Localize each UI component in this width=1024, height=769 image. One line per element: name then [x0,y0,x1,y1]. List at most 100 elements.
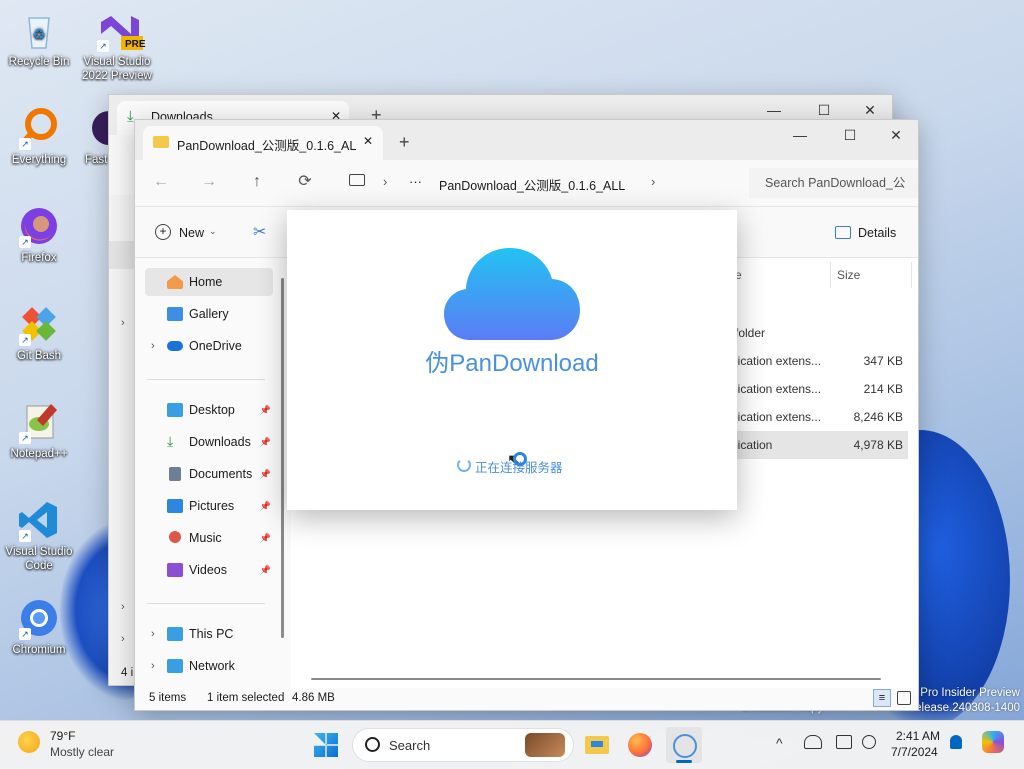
display-icon[interactable] [836,735,852,749]
shortcut-arrow-icon: ↗ [19,236,31,248]
chevron-right-icon: › [651,174,656,189]
tiles-view-icon[interactable] [897,691,911,705]
pandownload-splash-dialog[interactable]: 伪PanDownload 正在连接服务器 ⬉ [287,210,737,510]
sidebar-item-this-pc[interactable]: › This PC [145,620,273,648]
sidebar-item-gallery[interactable]: Gallery [145,300,273,328]
downloads-arrow-icon: ⤓ [127,108,134,125]
sidebar-item-label: Network [189,659,235,673]
shortcut-arrow-icon: ↗ [19,530,31,542]
status-item-count: 5 items [149,692,187,704]
desktop-icon-label: Recycle Bin [8,56,70,68]
table-row-selected[interactable]: lication 4,978 KB [711,431,908,459]
sidebar-item-documents[interactable]: Documents 📌 [145,460,273,488]
close-tab-icon[interactable]: ✕ [363,134,373,148]
new-button[interactable]: New [179,226,204,240]
pin-icon[interactable]: 📌 [260,428,271,456]
chevron-right-icon[interactable]: › [121,317,125,329]
sidebar-divider [147,603,265,604]
back-button[interactable]: ← [145,166,177,198]
address-bar[interactable]: › ··· PanDownload_公测版_0.1.6_ALL › [335,168,735,198]
firefox-taskbar-icon[interactable] [622,727,658,763]
file-size: 214 KB [863,382,903,396]
maximize-button[interactable]: ☐ [827,120,873,150]
sidebar-item-label: Pictures [189,499,235,513]
forward-button[interactable]: → [193,166,225,198]
clock-time[interactable]: 2:41 AM [896,729,940,743]
sync-icon[interactable] [862,735,876,749]
column-header-size[interactable]: Size [837,268,860,282]
desktop-icon-visual-studio-2022-preview[interactable]: PRE ↗ Visual Studio 2022 Preview [81,8,153,83]
desktop-icon-firefox[interactable]: ↗ Firefox [3,204,75,265]
pre-badge: PRE [125,39,146,50]
home-icon [167,275,183,289]
status-selected-size: 4.86 MB [292,692,335,704]
file-type: lication extens... [735,354,822,368]
pin-icon[interactable]: 📌 [260,396,271,424]
details-view-icon[interactable]: ≡ [873,689,891,707]
breadcrumb-more[interactable]: ··· [409,174,422,189]
sidebar-item-home[interactable]: Home [145,268,273,296]
refresh-button[interactable]: ⟳ [289,166,321,198]
cut-icon[interactable]: ✂ [253,222,266,242]
up-button[interactable]: ↑ [241,166,273,198]
tab-pandownload[interactable]: PanDownload_公测版_0.1.6_AL ✕ [143,126,383,160]
shortcut-arrow-icon: ↗ [19,432,31,444]
shortcut-arrow-icon: ↗ [19,334,31,346]
desktop-icon-fast[interactable]: Fast [69,106,109,167]
pin-icon[interactable]: 📌 [260,556,271,584]
taskbar-search[interactable]: Search [352,728,574,762]
desktop-icon-everything[interactable]: ↗ Everything [3,106,75,167]
onedrive-cloud-icon [167,341,183,351]
sidebar-item-videos[interactable]: Videos 📌 [145,556,273,584]
clock-date[interactable]: 7/7/2024 [891,745,938,759]
sidebar-scrollbar[interactable] [281,278,284,638]
sidebar-item-onedrive[interactable]: › OneDrive [145,332,273,360]
sidebar-item-music[interactable]: Music 📌 [145,524,273,552]
desktop-icon-chromium[interactable]: ↗ Chromium [3,596,75,657]
file-explorer-taskbar-icon[interactable] [578,727,614,763]
start-button[interactable] [314,733,338,757]
shortcut-arrow-icon: ↗ [19,138,31,150]
chevron-right-icon[interactable]: › [151,620,163,648]
chevron-right-icon[interactable]: › [151,332,163,360]
chevron-right-icon[interactable]: › [121,601,125,613]
desktop-icon-git-bash[interactable]: ↗ Git Bash [3,302,75,363]
file-type: lication [735,438,773,452]
details-button[interactable]: Details [858,226,896,240]
pin-icon[interactable]: 📌 [260,460,271,488]
desktop-icon-recycle-bin[interactable]: ♻ Recycle Bin [3,8,75,69]
weather-icon[interactable] [18,731,40,753]
sidebar-item-label: Music [189,531,222,545]
horizontal-scrollbar[interactable] [311,678,881,680]
pin-icon[interactable]: 📌 [260,492,271,520]
breadcrumb-folder[interactable]: PanDownload_公测版_0.1.6_ALL [439,175,625,194]
pandownload-taskbar-icon[interactable] [666,727,702,763]
sidebar-item-pictures[interactable]: Pictures 📌 [145,492,273,520]
loading-spinner-icon [457,458,471,472]
cloud-logo-icon [444,248,580,340]
weather-temperature[interactable]: 79°F [50,729,75,743]
desktop-icon-notepad-plus-plus[interactable]: ↗ Notepad++ [3,400,75,461]
desktop-icon-visual-studio-code[interactable]: ↗ Visual Studio Code [3,498,75,573]
pin-icon[interactable]: 📌 [260,524,271,552]
chevron-right-icon[interactable]: › [151,652,163,680]
documents-icon [169,467,181,481]
file-size: 347 KB [863,354,903,368]
copilot-icon[interactable] [982,731,1004,753]
visual-studio-icon: PRE ↗ [95,8,146,52]
sidebar-item-desktop[interactable]: Desktop 📌 [145,396,273,424]
notification-bell-icon[interactable] [950,735,962,749]
new-tab-button[interactable]: + [399,132,410,153]
chevron-right-icon[interactable]: › [121,633,125,645]
sidebar-item-downloads[interactable]: ⤓ Downloads 📌 [145,428,273,456]
minimize-button[interactable]: — [777,120,823,150]
close-button[interactable]: ✕ [873,120,919,150]
sidebar-item-network[interactable]: › Network [145,652,273,680]
navigation-pane: Home Gallery › OneDrive Desktop 📌 ⤓ Downloa… [135,258,287,688]
file-type: lication extens... [735,410,822,424]
search-input[interactable]: Search PanDownload_公 [749,168,918,198]
show-hidden-icons-chevron[interactable]: ^ [776,735,783,751]
weather-description[interactable]: Mostly clear [50,745,114,759]
network-disconnected-icon[interactable] [804,735,822,749]
chromium-icon: ↗ [17,596,61,640]
